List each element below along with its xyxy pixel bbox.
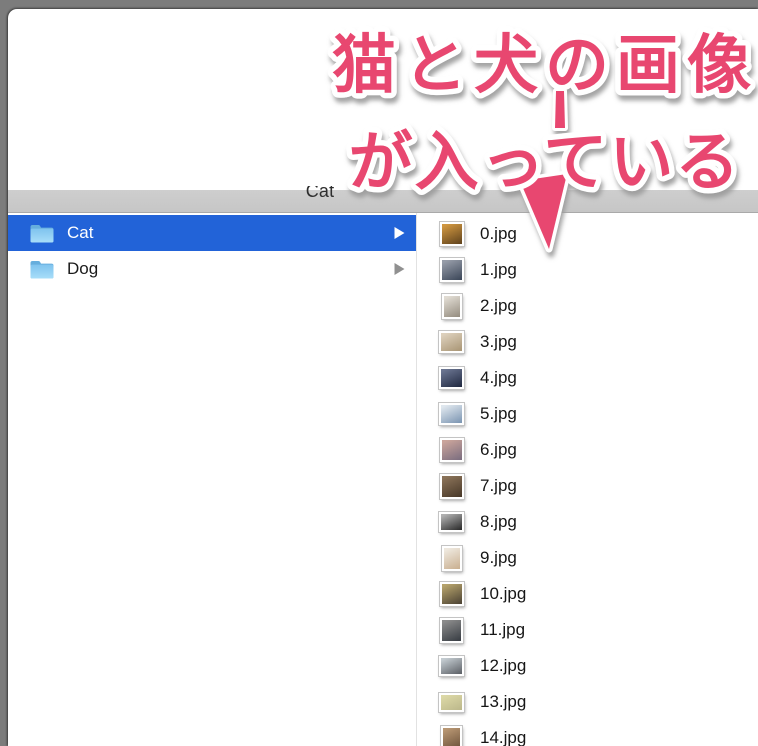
file-thumbnail <box>439 656 464 676</box>
file-name: 14.jpg <box>480 728 527 746</box>
file-row[interactable]: 5.jpg <box>417 396 758 432</box>
file-name: 13.jpg <box>480 692 527 711</box>
file-row[interactable]: 9.jpg <box>417 540 758 576</box>
thumbnail-slot <box>438 543 465 573</box>
thumbnail-slot <box>438 291 465 321</box>
file-row[interactable]: 13.jpg <box>417 684 758 720</box>
file-thumbnail <box>439 438 464 462</box>
file-thumbnail <box>439 331 464 353</box>
thumbnail-slot <box>438 507 465 537</box>
file-thumbnail <box>440 617 463 643</box>
folder-label: Dog <box>67 259 99 278</box>
file-name: 5.jpg <box>480 404 517 423</box>
thumbnail-image <box>441 405 462 423</box>
file-row[interactable]: 2.jpg <box>417 288 758 324</box>
file-name: 6.jpg <box>480 440 517 459</box>
file-thumbnail <box>441 293 462 319</box>
thumbnail-image <box>443 295 460 317</box>
column-view: Cat Dog 0.jpg 1.jpg 2.jpg 3.jpg 4.jpg 5.… <box>8 213 758 746</box>
file-name: 1.jpg <box>480 260 517 279</box>
file-thumbnail <box>439 582 464 606</box>
thumbnail-image <box>441 440 462 460</box>
thumbnail-image <box>441 260 462 280</box>
folder-icon <box>30 260 54 279</box>
folder-label: Cat <box>67 223 94 242</box>
thumbnail-image <box>441 224 462 244</box>
thumbnail-slot <box>438 255 465 285</box>
thumbnail-image <box>441 514 462 530</box>
thumbnail-slot <box>438 579 465 609</box>
thumbnail-slot <box>438 435 465 465</box>
file-row[interactable]: 1.jpg <box>417 252 758 288</box>
file-row[interactable]: 4.jpg <box>417 360 758 396</box>
file-name: 11.jpg <box>480 620 526 639</box>
finder-window: Cat Cat Dog 0.jpg 1.jpg 2.jpg 3.jpg 4.jp… <box>8 9 758 746</box>
folder-row[interactable]: Dog <box>8 251 416 287</box>
folder-row[interactable]: Cat <box>8 215 416 251</box>
thumbnail-slot <box>438 363 465 393</box>
thumbnail-slot <box>438 615 465 645</box>
file-row[interactable]: 0.jpg <box>417 216 758 252</box>
file-name: 3.jpg <box>480 332 517 351</box>
folder-column: Cat Dog <box>8 213 416 746</box>
file-name: 2.jpg <box>480 296 517 315</box>
file-thumbnail <box>439 258 464 282</box>
chevron-right-icon <box>394 227 405 240</box>
thumbnail-slot <box>438 687 465 717</box>
file-name: 0.jpg <box>480 224 517 243</box>
file-row[interactable]: 14.jpg <box>417 720 758 746</box>
thumbnail-image <box>443 727 460 746</box>
thumbnail-image <box>442 619 461 641</box>
file-row[interactable]: 7.jpg <box>417 468 758 504</box>
column-header-bar <box>8 190 758 213</box>
folder-icon <box>30 224 54 243</box>
file-name: 8.jpg <box>480 512 517 531</box>
thumbnail-image <box>441 658 462 674</box>
thumbnail-slot <box>438 723 465 746</box>
file-thumbnail <box>441 545 462 571</box>
file-thumbnail <box>441 725 462 746</box>
thumbnail-image <box>441 584 462 604</box>
file-row[interactable]: 8.jpg <box>417 504 758 540</box>
thumbnail-image <box>443 547 460 569</box>
file-row[interactable]: 11.jpg <box>417 612 758 648</box>
file-thumbnail <box>439 367 464 389</box>
thumbnail-image <box>441 369 462 387</box>
thumbnail-image <box>441 694 462 710</box>
file-row[interactable]: 3.jpg <box>417 324 758 360</box>
thumbnail-slot <box>438 651 465 681</box>
file-name: 7.jpg <box>480 476 517 495</box>
file-row[interactable]: 10.jpg <box>417 576 758 612</box>
thumbnail-slot <box>438 471 465 501</box>
thumbnail-image <box>441 333 462 351</box>
thumbnail-slot <box>438 327 465 357</box>
file-name: 12.jpg <box>480 656 527 675</box>
file-thumbnail <box>439 512 464 532</box>
file-name: 9.jpg <box>480 548 517 567</box>
file-name: 4.jpg <box>480 368 517 387</box>
file-row[interactable]: 12.jpg <box>417 648 758 684</box>
chevron-right-icon <box>394 263 405 276</box>
thumbnail-slot <box>438 219 465 249</box>
file-column: 0.jpg 1.jpg 2.jpg 3.jpg 4.jpg 5.jpg 6.jp… <box>417 213 758 746</box>
thumbnail-image <box>441 475 462 497</box>
file-name: 10.jpg <box>480 584 527 603</box>
file-thumbnail <box>439 222 464 246</box>
file-row[interactable]: 6.jpg <box>417 432 758 468</box>
file-thumbnail <box>439 403 464 425</box>
file-thumbnail <box>439 692 464 712</box>
file-thumbnail <box>439 473 464 499</box>
thumbnail-slot <box>438 399 465 429</box>
